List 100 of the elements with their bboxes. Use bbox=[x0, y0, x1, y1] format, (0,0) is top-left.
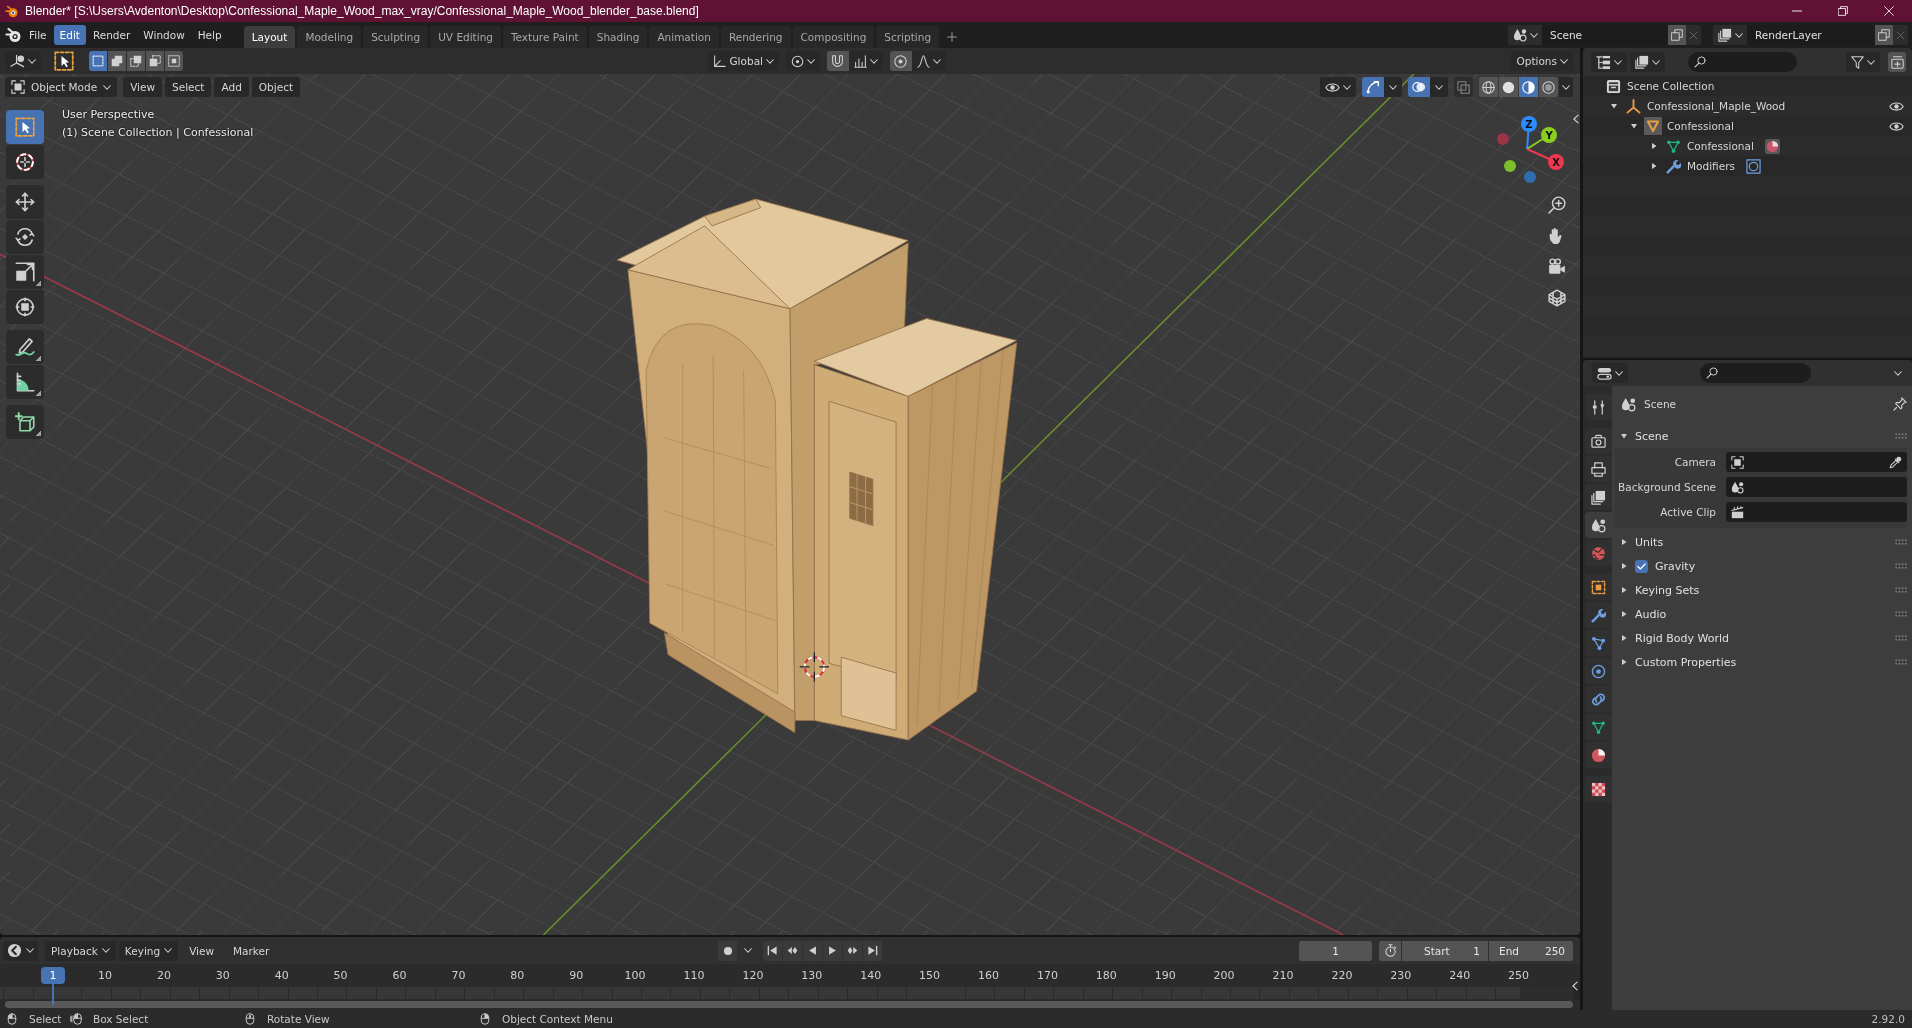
drag-handle-icon[interactable] bbox=[1895, 635, 1907, 641]
object-mode-dropdown[interactable]: Object Mode bbox=[5, 77, 118, 97]
menu-item[interactable]: Edit bbox=[53, 25, 86, 45]
duplicate-button[interactable] bbox=[1875, 25, 1893, 45]
select-mode-button[interactable] bbox=[127, 51, 145, 71]
disclosure-triangle-icon[interactable] bbox=[1650, 142, 1658, 150]
editor-type-button[interactable] bbox=[1592, 363, 1628, 383]
outliner-item[interactable]: Confessional bbox=[1583, 116, 1912, 136]
shading-mode-button[interactable] bbox=[1479, 77, 1498, 97]
rotate-tool[interactable] bbox=[6, 220, 44, 254]
menu-item[interactable]: Window bbox=[137, 25, 191, 45]
clip-field[interactable] bbox=[1726, 502, 1907, 522]
data-tab[interactable] bbox=[1585, 714, 1612, 740]
new-collection-button[interactable] bbox=[1888, 52, 1906, 72]
orientation-dropdown[interactable]: Global bbox=[708, 51, 779, 71]
select-mode-button[interactable] bbox=[108, 51, 126, 71]
start-frame-field[interactable]: Start 1 bbox=[1402, 940, 1488, 961]
snap-toggle[interactable] bbox=[827, 51, 849, 71]
editor-type-button[interactable] bbox=[3, 940, 38, 961]
shading-mode-button[interactable] bbox=[1519, 77, 1538, 97]
render-tab[interactable] bbox=[1585, 428, 1612, 454]
disclosure-triangle-icon[interactable] bbox=[1630, 122, 1638, 130]
play-reverse-button[interactable] bbox=[803, 940, 823, 961]
select-mode-button[interactable] bbox=[146, 51, 164, 71]
pivot-dropdown[interactable] bbox=[786, 51, 820, 71]
play-button[interactable] bbox=[823, 940, 843, 961]
annotate-tool[interactable] bbox=[6, 330, 44, 364]
previous-keyframe-button[interactable] bbox=[783, 940, 803, 961]
material-tab[interactable] bbox=[1585, 742, 1612, 768]
particles-tab[interactable] bbox=[1585, 630, 1612, 656]
camera-field[interactable] bbox=[1726, 452, 1907, 472]
search-field[interactable] bbox=[1688, 52, 1797, 72]
scene-tab[interactable] bbox=[1585, 512, 1612, 538]
y-axis-handle[interactable]: Y bbox=[1526, 127, 1557, 150]
checkbox[interactable] bbox=[1635, 559, 1648, 573]
camera-icon[interactable] bbox=[1548, 258, 1566, 276]
duplicate-button[interactable] bbox=[1668, 25, 1686, 45]
chevron-left-icon[interactable] bbox=[1573, 114, 1579, 124]
cursor-tool[interactable] bbox=[6, 145, 44, 179]
restore-icon[interactable] bbox=[1838, 6, 1848, 16]
snap-dropdown[interactable] bbox=[849, 51, 883, 71]
search-field[interactable] bbox=[1700, 363, 1811, 383]
scene-browse-button[interactable] bbox=[1508, 25, 1542, 45]
chevron-left-icon[interactable] bbox=[1572, 981, 1578, 991]
world-tab[interactable] bbox=[1585, 540, 1612, 566]
gizmo-dropdown[interactable] bbox=[1384, 77, 1402, 97]
timeline-scrollbar[interactable] bbox=[5, 1001, 1573, 1008]
shading-mode-button[interactable] bbox=[1539, 77, 1558, 97]
panel-header[interactable]: Audio bbox=[1615, 602, 1907, 626]
viewport-menu[interactable]: Object bbox=[251, 77, 301, 97]
shading-dropdown[interactable] bbox=[1559, 77, 1573, 97]
filter-dropdown[interactable] bbox=[1846, 52, 1880, 72]
pin-icon[interactable] bbox=[1893, 397, 1907, 411]
measure-tool[interactable] bbox=[6, 365, 44, 399]
select-mode-button[interactable] bbox=[165, 51, 183, 71]
record-button[interactable] bbox=[718, 940, 738, 961]
preview-range-toggle[interactable] bbox=[1379, 940, 1401, 961]
outliner-item[interactable]: Scene Collection bbox=[1583, 76, 1912, 96]
blender-logo-icon[interactable] bbox=[5, 27, 21, 43]
disclosure-triangle-icon[interactable] bbox=[1610, 102, 1618, 110]
disclosure-triangle-icon[interactable] bbox=[1650, 162, 1658, 170]
output-tab[interactable] bbox=[1585, 456, 1612, 482]
menu-item[interactable]: Help bbox=[191, 25, 228, 45]
select-box-icon[interactable] bbox=[54, 51, 74, 71]
panel-header[interactable]: Rigid Body World bbox=[1615, 626, 1907, 650]
drag-handle-icon[interactable] bbox=[1895, 611, 1907, 617]
jump-to-start-button[interactable] bbox=[763, 940, 783, 961]
proportional-editing-toggle[interactable] bbox=[890, 51, 912, 71]
panel-header[interactable]: Gravity bbox=[1615, 554, 1907, 578]
workspace-tab[interactable]: Scripting bbox=[876, 26, 940, 48]
timeline-menu-dropdown[interactable]: Keying bbox=[118, 940, 179, 961]
workspace-tab[interactable]: Animation bbox=[649, 26, 719, 48]
panel-header[interactable]: Custom Properties bbox=[1615, 650, 1907, 674]
workspace-tab[interactable]: Rendering bbox=[720, 26, 791, 48]
select-box-tool[interactable] bbox=[6, 110, 44, 144]
menu-item[interactable]: Render bbox=[86, 25, 137, 45]
jump-to-end-button[interactable] bbox=[863, 940, 883, 961]
workspace-tab[interactable]: Shading bbox=[588, 26, 648, 48]
drag-handle-icon[interactable] bbox=[1895, 433, 1907, 439]
eyedropper-icon[interactable] bbox=[1889, 455, 1902, 469]
texture-tab[interactable] bbox=[1585, 776, 1612, 802]
drag-handle-icon[interactable] bbox=[1895, 539, 1907, 545]
material-sphere-icon[interactable] bbox=[1764, 138, 1780, 154]
negative-y-dot-icon[interactable] bbox=[1504, 160, 1516, 172]
tool-tab[interactable] bbox=[1585, 394, 1612, 420]
workspace-tab[interactable]: Layout bbox=[243, 26, 296, 48]
current-frame-field[interactable]: 1 bbox=[1299, 940, 1372, 961]
drag-handle-icon[interactable] bbox=[1895, 563, 1907, 569]
grid-icon[interactable] bbox=[1548, 289, 1566, 307]
xray-toggle[interactable] bbox=[1454, 77, 1473, 97]
timeline-menu-dropdown[interactable]: Playback bbox=[45, 940, 116, 961]
modifiers-tab[interactable] bbox=[1585, 602, 1612, 628]
editor-type-button[interactable] bbox=[5, 51, 41, 71]
workspace-tab[interactable]: Modeling bbox=[297, 26, 362, 48]
workspace-tab[interactable]: Texture Paint bbox=[502, 26, 587, 48]
scene-field[interactable] bbox=[1726, 477, 1907, 497]
end-frame-field[interactable]: End 250 bbox=[1489, 940, 1573, 961]
negative-x-dot-icon[interactable] bbox=[1497, 133, 1509, 145]
transform-tool[interactable] bbox=[6, 290, 44, 324]
object-tab[interactable] bbox=[1585, 574, 1612, 600]
